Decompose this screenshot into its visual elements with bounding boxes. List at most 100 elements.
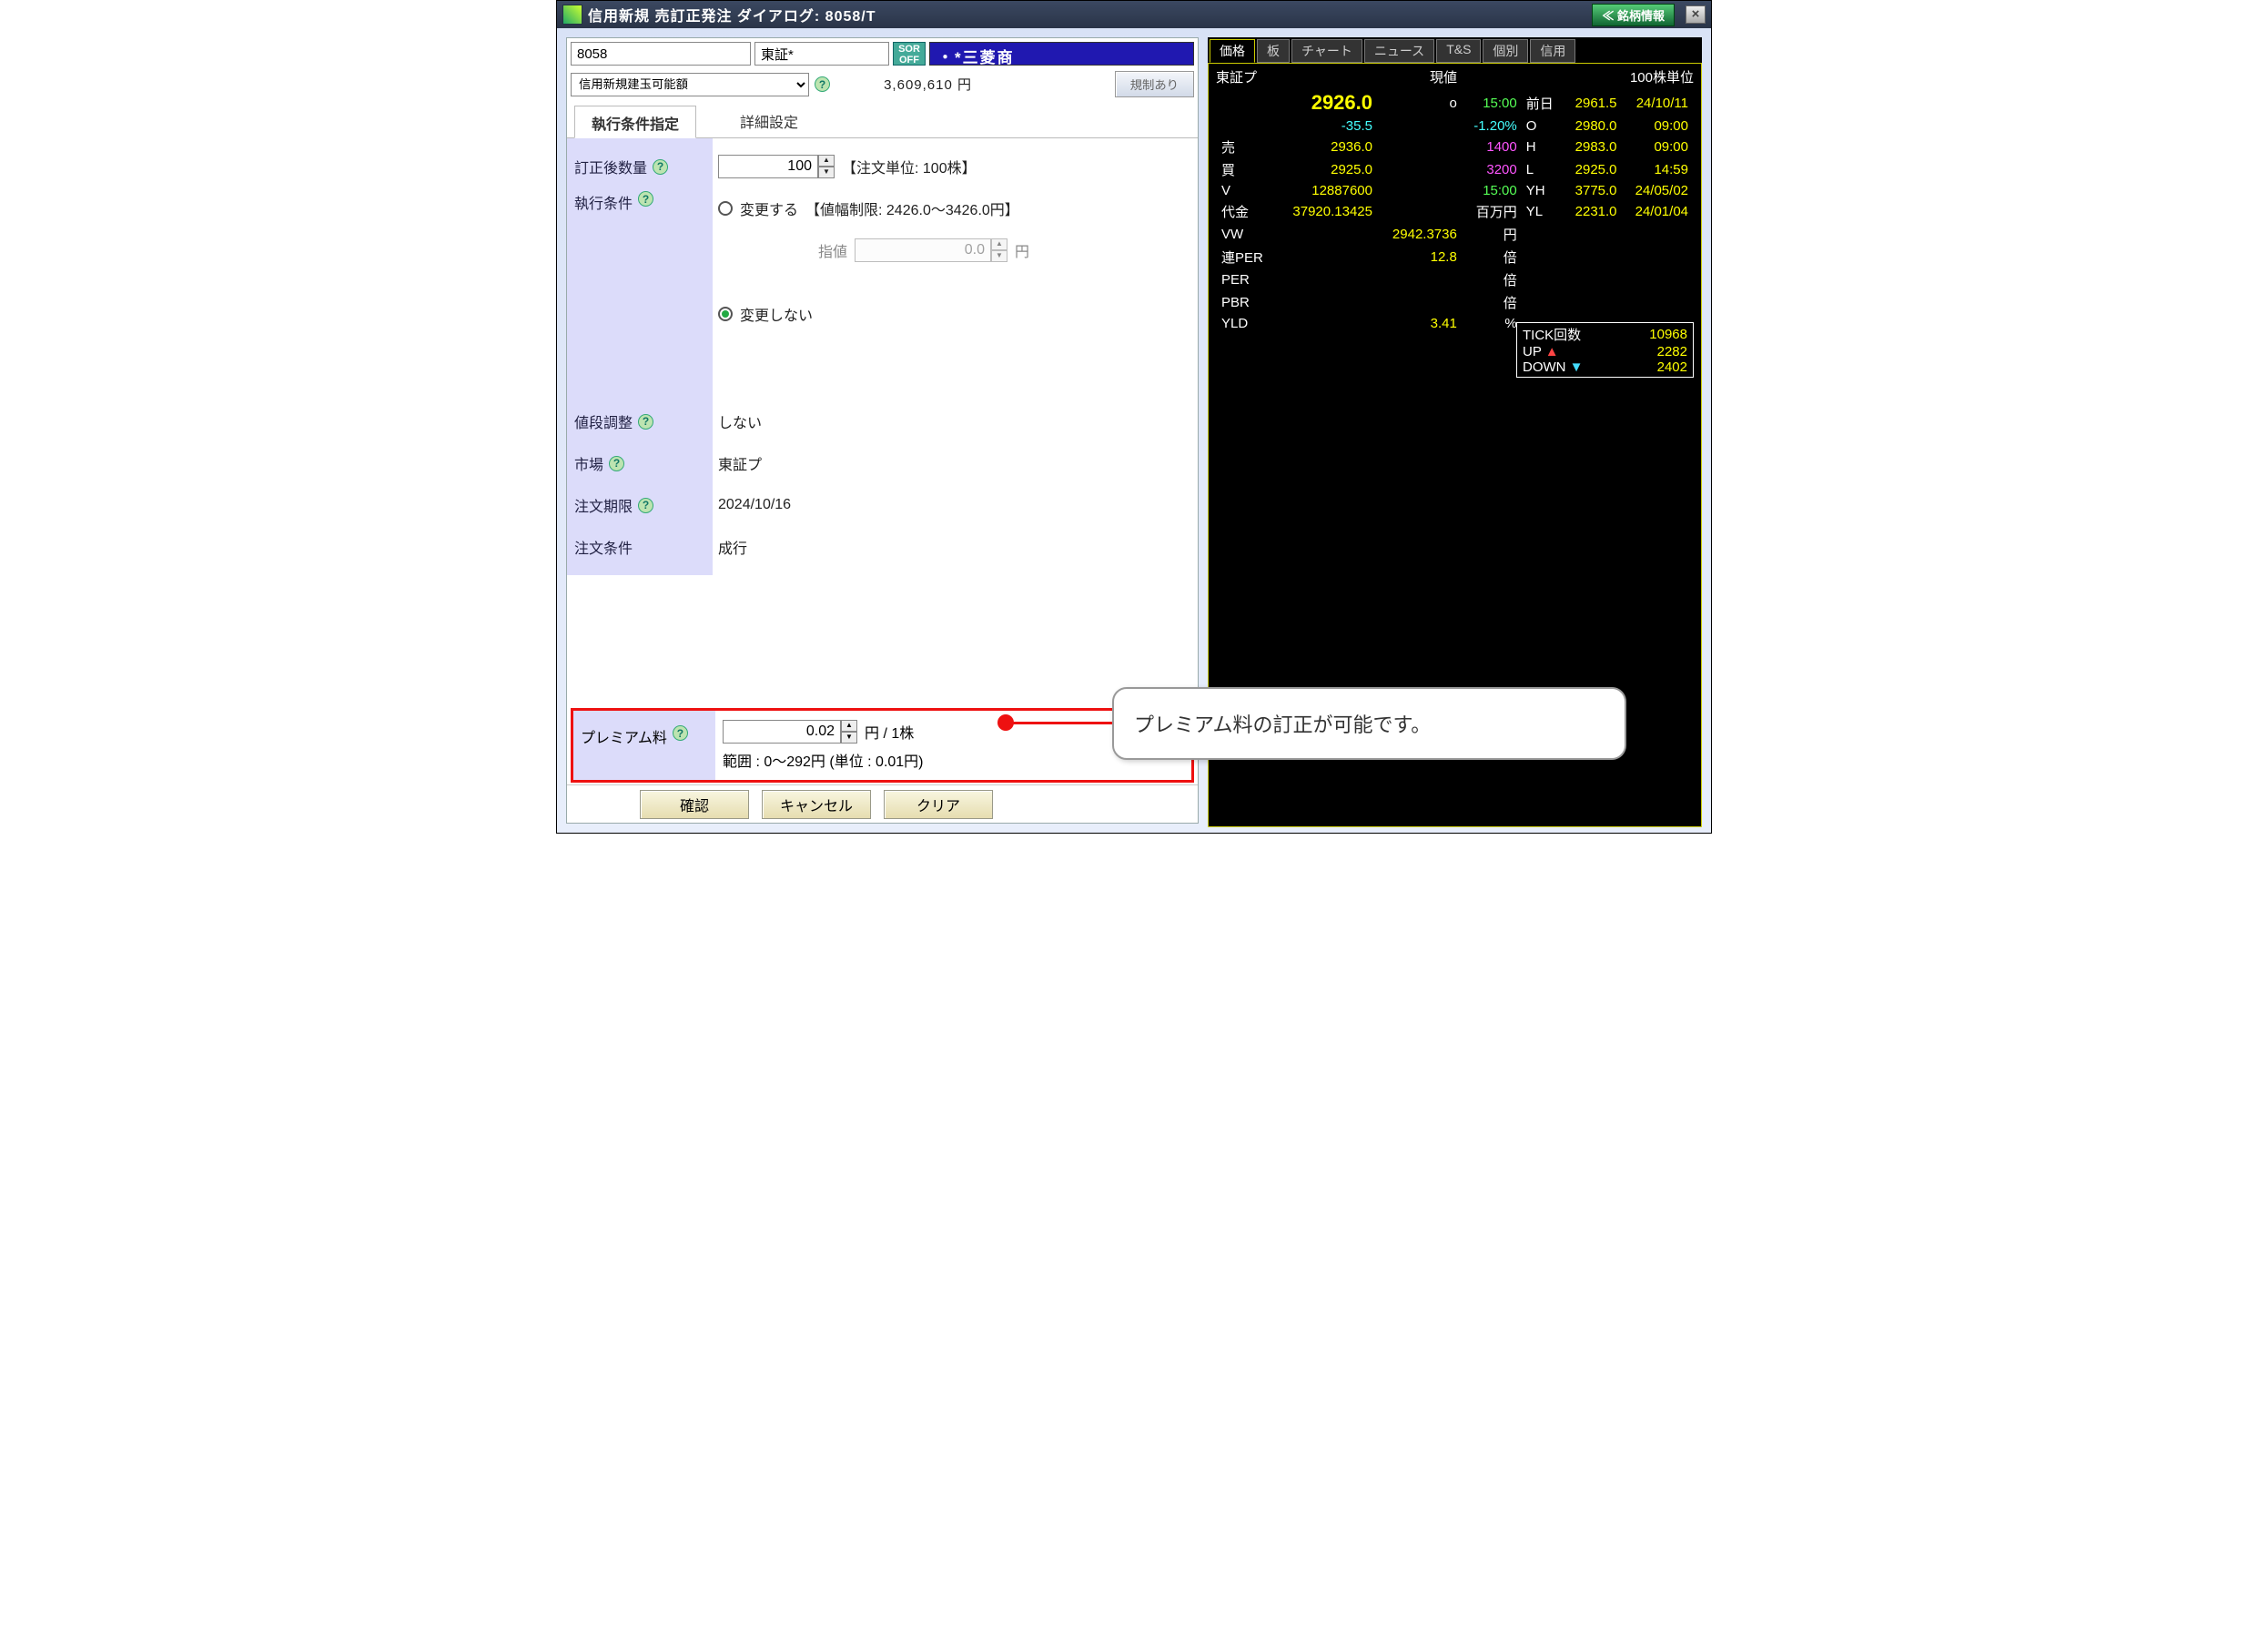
change-yes-radio[interactable] <box>718 201 733 216</box>
quantity-stepper[interactable]: ▲▼ <box>718 155 835 178</box>
tab-chart[interactable]: チャート <box>1291 39 1362 63</box>
qty-down-icon[interactable]: ▼ <box>818 167 835 178</box>
quote-cell: -35.5 <box>1276 117 1376 135</box>
tab-individual[interactable]: 個別 <box>1483 39 1528 63</box>
quote-cell: 倍 <box>1463 269 1521 290</box>
expire-value: 2024/10/16 <box>718 497 791 513</box>
sor-badge[interactable]: SOR OFF <box>893 42 926 66</box>
triangle-down-icon: ▼ <box>1570 359 1584 375</box>
quote-cell: 売 <box>1218 137 1274 157</box>
table-row: 2926.0o15:00前日2961.524/10/11 <box>1218 90 1692 116</box>
quote-cell: 倍 <box>1463 247 1521 268</box>
clear-button[interactable]: クリア <box>884 790 993 819</box>
tab-ts[interactable]: T&S <box>1436 39 1481 63</box>
help-icon[interactable]: ? <box>609 456 624 471</box>
quantity-input[interactable] <box>718 155 818 178</box>
quote-cell <box>1378 292 1461 313</box>
price-down-icon: ▼ <box>991 250 1007 262</box>
window-title: 信用新規 売訂正発注 ダイアログ: 8058/T <box>588 4 876 25</box>
quote-cell: 1400 <box>1463 137 1521 157</box>
quote-cell: 09:00 <box>1623 117 1692 135</box>
cancel-button[interactable]: キャンセル <box>762 790 871 819</box>
rp-exchange: 東証プ <box>1216 67 1257 86</box>
limit-range-label: 【値幅制限: 2426.0～3426.0円】 <box>805 197 1019 219</box>
confirm-button[interactable]: 確認 <box>640 790 749 819</box>
tick-up: 2282 <box>1657 344 1687 359</box>
quote-cell <box>1378 201 1461 222</box>
help-icon[interactable]: ? <box>673 725 688 741</box>
quote-cell: 2936.0 <box>1276 137 1376 157</box>
quote-cell <box>1276 269 1376 290</box>
quote-cell: 24/01/04 <box>1623 201 1692 222</box>
title-bar: 信用新規 売訂正発注 ダイアログ: 8058/T ≪ 銘柄情報 × <box>557 1 1711 28</box>
quote-cell: 3200 <box>1463 159 1521 180</box>
tab-exec-conditions[interactable]: 執行条件指定 <box>574 106 696 138</box>
yen-label: 円 <box>1015 239 1029 261</box>
app-icon <box>562 5 582 25</box>
quote-cell: 前日 <box>1523 90 1563 116</box>
quote-cell: 倍 <box>1463 292 1521 313</box>
quote-cell <box>1523 247 1563 268</box>
price-adj-label: 値段調整 <box>574 410 633 432</box>
quote-cell: 連PER <box>1218 247 1274 268</box>
quote-cell: 2925.0 <box>1564 159 1621 180</box>
tab-credit[interactable]: 信用 <box>1530 39 1575 63</box>
quote-cell: YH <box>1523 182 1563 199</box>
stock-name-display: ・*三菱商 <box>929 42 1194 66</box>
triangle-up-icon: ▲ <box>1545 344 1559 359</box>
quote-cell <box>1218 117 1274 135</box>
table-row: 連PER12.8倍 <box>1218 247 1692 268</box>
quote-cell: 24/10/11 <box>1623 90 1692 116</box>
quote-cell <box>1276 315 1376 332</box>
close-icon[interactable]: × <box>1686 5 1706 24</box>
quote-cell: PBR <box>1218 292 1274 313</box>
tab-price[interactable]: 価格 <box>1210 39 1255 63</box>
quote-cell: YL <box>1523 201 1563 222</box>
dialog-window: 信用新規 売訂正発注 ダイアログ: 8058/T ≪ 銘柄情報 × SOR OF… <box>556 0 1712 834</box>
annotation-callout: プレミアム料の訂正が可能です。 <box>1112 687 1626 760</box>
quote-cell: 2926.0 <box>1276 90 1376 116</box>
quote-cell: H <box>1523 137 1563 157</box>
help-icon[interactable]: ? <box>653 159 668 175</box>
quote-cell: 百万円 <box>1463 201 1521 222</box>
tab-detail-settings[interactable]: 詳細設定 <box>724 105 815 137</box>
restriction-button[interactable]: 規制あり <box>1115 71 1194 97</box>
stock-info-button[interactable]: ≪ 銘柄情報 <box>1592 4 1675 26</box>
tab-news[interactable]: ニュース <box>1364 39 1434 63</box>
tick-down-label: DOWN <box>1523 359 1566 375</box>
premium-up-icon[interactable]: ▲ <box>841 720 857 732</box>
table-row: -35.5-1.20%O2980.009:00 <box>1218 117 1692 135</box>
available-amount: 3,609,610 円 <box>835 75 972 94</box>
quote-cell: 2942.3736 <box>1378 224 1461 245</box>
margin-type-select[interactable]: 信用新規建玉可能額 <box>571 73 809 96</box>
exchange-input[interactable] <box>754 42 889 66</box>
annotation-line <box>1005 722 1114 724</box>
premium-down-icon[interactable]: ▼ <box>841 732 857 744</box>
quote-cell: 2961.5 <box>1564 90 1621 116</box>
annotation-dot-icon <box>997 714 1014 731</box>
help-icon[interactable]: ? <box>638 191 653 207</box>
quote-cell <box>1378 269 1461 290</box>
quote-cell: VW <box>1218 224 1274 245</box>
order-cond-label: 注文条件 <box>574 536 633 558</box>
table-row: 代金37920.13425百万円YL2231.024/01/04 <box>1218 201 1692 222</box>
help-icon[interactable]: ? <box>638 498 653 513</box>
help-icon[interactable]: ? <box>638 414 653 430</box>
premium-input[interactable] <box>723 720 841 744</box>
table-row: V1288760015:00YH3775.024/05/02 <box>1218 182 1692 199</box>
stock-code-input[interactable] <box>571 42 751 66</box>
limit-price-label: 指値 <box>818 239 847 261</box>
help-icon[interactable]: ? <box>815 76 830 92</box>
tab-board[interactable]: 板 <box>1257 39 1290 63</box>
qty-up-icon[interactable]: ▲ <box>818 155 835 167</box>
premium-stepper[interactable]: ▲▼ <box>723 720 857 744</box>
quote-cell: 3775.0 <box>1564 182 1621 199</box>
quote-cell: 2983.0 <box>1564 137 1621 157</box>
quote-cell: 15:00 <box>1463 90 1521 116</box>
quote-cell <box>1276 292 1376 313</box>
change-no-radio[interactable] <box>718 307 733 321</box>
quote-cell: 2231.0 <box>1564 201 1621 222</box>
quote-cell <box>1623 224 1692 245</box>
quote-cell: 3.41 <box>1378 315 1461 332</box>
quote-cell: o <box>1378 90 1461 116</box>
